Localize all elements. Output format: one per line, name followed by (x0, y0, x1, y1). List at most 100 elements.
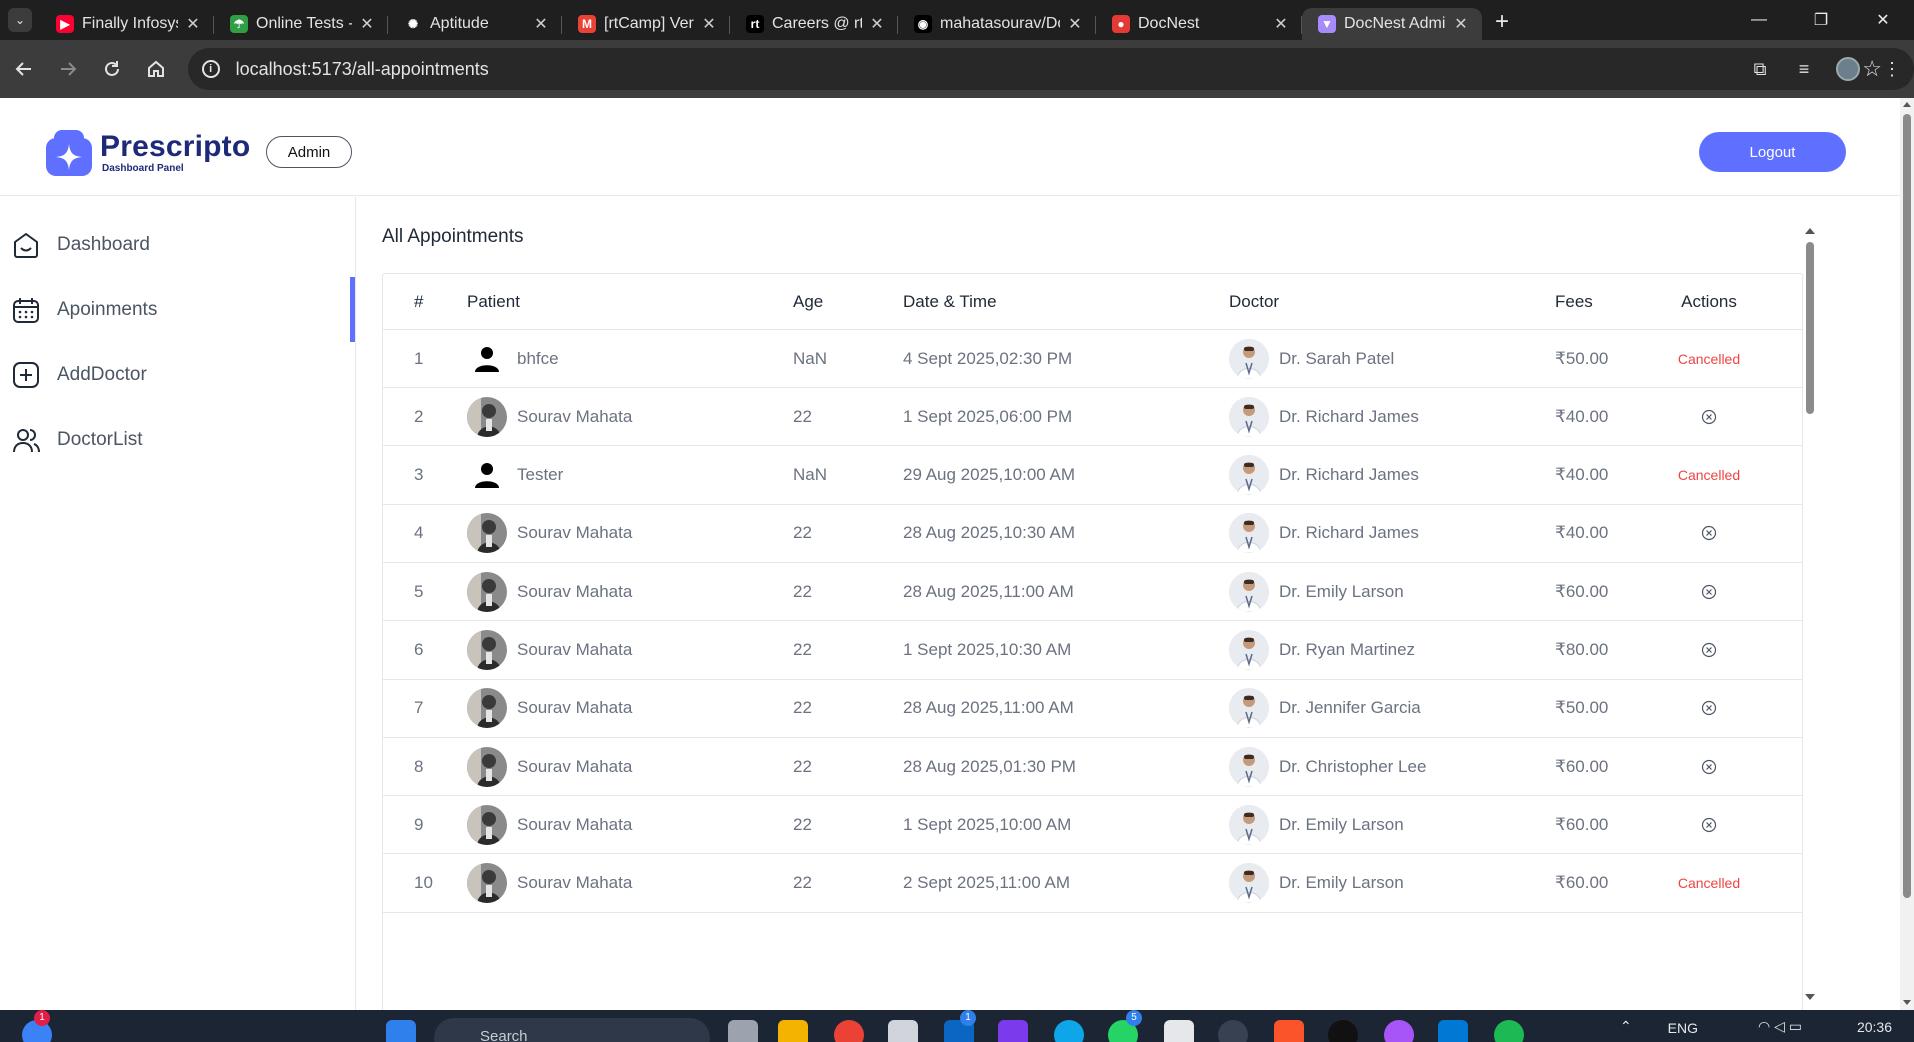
doctor-name: Dr. Richard James (1279, 523, 1419, 543)
tab-favicon-icon: ✺ (404, 15, 422, 33)
site-info-icon[interactable]: i (201, 60, 220, 78)
row-number: 8 (414, 756, 424, 776)
close-tab-icon[interactable]: ✕ (868, 14, 886, 34)
new-tab-button[interactable]: + (1482, 8, 1522, 36)
doctor-avatar (1229, 513, 1269, 554)
appointment-datetime: 28 Aug 2025,11:00 AM (903, 581, 1074, 601)
doctor-name: Dr. Christopher Lee (1279, 756, 1427, 776)
patient-cell: Sourav Mahata (467, 863, 632, 904)
arrow-left-icon (15, 62, 31, 76)
taskbar-search[interactable]: Search (434, 1018, 710, 1042)
table-header: # Patient Age Date & Time Doctor Fees Ac… (383, 274, 1802, 330)
patient-age: 22 (793, 640, 812, 659)
page-title: All Appointments (382, 226, 524, 247)
doctor-cell: Dr. Emily Larson (1229, 571, 1404, 612)
browser-menu-icon[interactable]: ⋮ (1870, 59, 1914, 80)
store-icon[interactable] (1164, 1020, 1194, 1042)
patient-age: 22 (793, 406, 812, 426)
patient-age: 22 (793, 581, 812, 601)
url-text[interactable]: localhost:5173/all-appointments (236, 59, 489, 80)
close-window-button[interactable]: ✕ (1852, 0, 1914, 40)
close-tab-icon[interactable]: ✕ (1452, 14, 1470, 34)
browser-tab[interactable]: ● DocNest ✕ (1096, 8, 1302, 40)
browser-tab[interactable]: ◉ mahatasourav/DocNest ✕ (898, 8, 1096, 40)
minimize-button[interactable]: — (1728, 0, 1790, 40)
media-controls-icon[interactable]: ≡ (1782, 59, 1826, 80)
browser-tab[interactable]: ▼ DocNest Admin ✕ (1302, 8, 1482, 40)
file-explorer-icon[interactable] (778, 1020, 808, 1042)
close-tab-icon[interactable]: ✕ (532, 14, 550, 34)
cancel-appointment-icon[interactable] (1664, 409, 1754, 425)
browser-tab[interactable]: rt Careers @ rtCamp ✕ (730, 8, 898, 40)
cancel-appointment-icon[interactable] (1664, 642, 1754, 658)
cancel-appointment-icon[interactable] (1664, 759, 1754, 775)
tray-chevron-icon[interactable]: ⌃ (1620, 1018, 1632, 1035)
edge-icon[interactable] (1054, 1020, 1084, 1042)
col-header-num: # (414, 291, 424, 311)
profile-avatar[interactable] (1826, 57, 1870, 81)
close-tab-icon[interactable]: ✕ (358, 14, 376, 34)
tab-favicon-icon: ▼ (1318, 15, 1336, 33)
logout-button[interactable]: Logout (1699, 132, 1846, 172)
home-button[interactable] (134, 47, 178, 91)
table-row: 1 bhfce NaN 4 Sept 2025,02:30 PM Dr. Sarah P… (383, 330, 1802, 388)
prescripto-logo[interactable]: Prescripto Dashboard Panel (46, 130, 250, 176)
cancelled-status: Cancelled (1677, 467, 1741, 484)
page-scrollbar[interactable] (1900, 98, 1914, 1010)
row-number: 10 (414, 873, 433, 893)
vscode-icon[interactable] (1438, 1020, 1468, 1042)
sidebar-item-dashboard[interactable]: Dashboard (0, 212, 355, 277)
browser-tab[interactable]: ▶ Finally Infosys ✕ (40, 8, 214, 40)
doctor-cell: Dr. Emily Larson (1229, 863, 1404, 904)
back-button[interactable] (2, 47, 46, 91)
close-tab-icon[interactable]: ✕ (700, 14, 718, 34)
address-bar[interactable]: i localhost:5173/all-appointments ☆ (187, 48, 1914, 90)
brave-icon[interactable] (1274, 1020, 1304, 1042)
close-tab-icon[interactable]: ✕ (184, 14, 202, 34)
github-icon[interactable] (1328, 1020, 1358, 1042)
cancel-appointment-icon[interactable] (1664, 817, 1754, 833)
appointment-fee: ₹60.00 (1555, 873, 1609, 893)
browser-tab[interactable]: M [rtCamp] Verification ✕ (562, 8, 730, 40)
col-header-datetime: Date & Time (903, 291, 997, 311)
sidebar-item-doctorlist[interactable]: DoctorList (0, 407, 355, 472)
close-tab-icon[interactable]: ✕ (1066, 14, 1084, 34)
restore-button[interactable]: ❐ (1790, 0, 1852, 40)
whatsapp-badge: 5 (1126, 1010, 1142, 1026)
sidebar-item-apoinments[interactable]: Apoinments (0, 277, 355, 342)
forward-button[interactable] (46, 47, 90, 91)
windows-start-icon[interactable] (386, 1020, 416, 1042)
patient-name: Sourav Mahata (517, 756, 633, 776)
podcast-icon[interactable] (1384, 1020, 1414, 1042)
patient-name: Sourav Mahata (517, 523, 633, 543)
table-scrollbar[interactable] (1802, 226, 1818, 1002)
chrome-icon[interactable] (834, 1020, 864, 1042)
copilot-icon[interactable] (998, 1020, 1028, 1042)
arrow-right-icon (60, 62, 77, 76)
cancel-appointment-icon[interactable] (1664, 584, 1754, 600)
patient-cell: Sourav Mahata (467, 571, 632, 612)
doctor-name: Dr. Jennifer Garcia (1279, 698, 1421, 718)
tab-favicon-icon: M (578, 15, 596, 33)
dell-icon[interactable] (1218, 1020, 1248, 1042)
cancel-appointment-icon[interactable] (1664, 700, 1754, 716)
mail-icon[interactable] (888, 1020, 918, 1042)
sidebar-item-adddoctor[interactable]: AddDoctor (0, 342, 355, 407)
cancelled-status: Cancelled (1677, 350, 1741, 367)
task-view-icon[interactable] (728, 1020, 758, 1042)
tab-favicon-icon: ◉ (914, 15, 932, 33)
browser-tab[interactable]: ✺ Aptitude ✕ (388, 8, 562, 40)
doctor-cell: Dr. Sarah Patel (1229, 338, 1395, 379)
browser-tab[interactable]: ☂ Online Tests - Online ✕ (214, 8, 388, 40)
close-tab-icon[interactable]: ✕ (1272, 14, 1290, 34)
doctor-name: Dr. Sarah Patel (1279, 348, 1395, 368)
language-indicator[interactable]: ENG (1668, 1020, 1698, 1036)
cancel-appointment-icon[interactable] (1664, 525, 1754, 541)
extensions-icon[interactable]: ⧉ (1738, 59, 1782, 80)
clock[interactable]: 20:36 (1857, 1019, 1892, 1035)
reload-button[interactable] (90, 47, 134, 91)
spotify-icon[interactable] (1494, 1020, 1524, 1042)
browser-toolbar: i localhost:5173/all-appointments ☆ ⧉ ≡ … (0, 40, 1914, 98)
wifi-volume-battery-icon[interactable]: ◠ ◁ ▭ (1758, 1018, 1802, 1035)
tab-search-button[interactable]: ⌄ (0, 0, 40, 40)
